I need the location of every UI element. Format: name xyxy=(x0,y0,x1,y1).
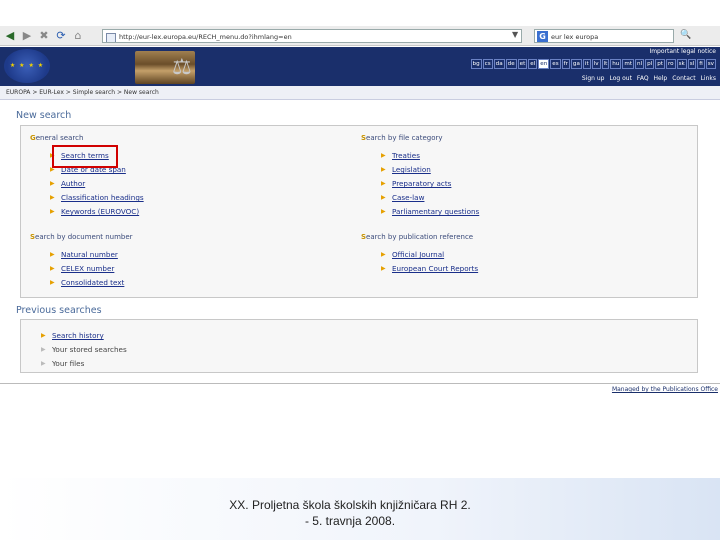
european-court-reports-link[interactable]: European Court Reports xyxy=(392,264,478,273)
language-de[interactable]: de xyxy=(505,59,517,69)
topnav-contact[interactable]: Contact xyxy=(672,75,695,82)
bullet-icon: ▶ xyxy=(50,194,55,201)
slide-footer-text: XX. Proljetna škola školskih knjižničara… xyxy=(195,497,505,529)
language-lt[interactable]: lt xyxy=(601,59,610,69)
language-ro[interactable]: ro xyxy=(666,59,676,69)
language-nl[interactable]: nl xyxy=(635,59,645,69)
language-pl[interactable]: pl xyxy=(645,59,655,69)
language-lv[interactable]: lv xyxy=(591,59,601,69)
author-link[interactable]: Author xyxy=(61,179,85,188)
page-icon xyxy=(106,33,116,42)
previous-searches-panel: ▶ Search history ▶ Your stored searches … xyxy=(20,319,698,373)
address-bar[interactable]: http://eur-lex.europa.eu/RECH_menu.do?ih… xyxy=(102,29,522,43)
eurlex-logo[interactable]: ★ ★ ★ ★ xyxy=(4,49,50,83)
previous-searches-title: Previous searches xyxy=(16,305,102,316)
scales-icon: ⚖ xyxy=(172,55,192,80)
bullet-icon: ▶ xyxy=(50,265,55,272)
language-ga[interactable]: ga xyxy=(570,59,582,69)
search-box-value: eur lex europa xyxy=(551,33,599,41)
bullet-icon: ▶ xyxy=(381,208,386,215)
parliamentary-questions-link[interactable]: Parliamentary questions xyxy=(392,207,479,216)
site-header: ★ ★ ★ ★ ⚖ Important legal notice bg cs da d… xyxy=(0,47,720,86)
legislation-link[interactable]: Legislation xyxy=(392,165,431,174)
home-icon[interactable]: ⌂ xyxy=(71,29,85,43)
go-dropdown-icon[interactable]: ▼ xyxy=(512,30,518,39)
address-url: http://eur-lex.europa.eu/RECH_menu.do?ih… xyxy=(119,33,292,41)
keywords-eurovoc-link[interactable]: Keywords (EUROVOC) xyxy=(61,207,139,216)
language-bg[interactable]: bg xyxy=(470,59,482,69)
footer-line-1: XX. Proljetna škola školskih knjižničara… xyxy=(229,498,471,512)
breadcrumb: EUROPA > EUR-Lex > Simple search > New s… xyxy=(0,86,720,100)
language-cs[interactable]: cs xyxy=(482,59,493,69)
celex-number-link[interactable]: CELEX number xyxy=(61,264,114,273)
document-number-heading: Search by document number xyxy=(30,233,133,241)
bullet-icon: ▶ xyxy=(50,279,55,286)
language-sk[interactable]: sk xyxy=(676,59,687,69)
natural-number-link[interactable]: Natural number xyxy=(61,250,118,259)
bullet-icon: ▶ xyxy=(381,152,386,159)
bullet-icon: ▶ xyxy=(381,251,386,258)
language-bar: bg cs da de et el en es fr ga it lv lt hu mt nl pl pt ro sk… xyxy=(470,59,716,69)
consolidated-text-link[interactable]: Consolidated text xyxy=(61,278,124,287)
bullet-icon: ▶ xyxy=(50,208,55,215)
your-files-item: Your files xyxy=(52,359,85,368)
language-el[interactable]: el xyxy=(528,59,538,69)
language-sv[interactable]: sv xyxy=(705,59,716,69)
browser-search-box[interactable]: G eur lex europa xyxy=(534,29,674,43)
language-mt[interactable]: mt xyxy=(622,59,635,69)
topnav-log-out[interactable]: Log out xyxy=(609,75,631,82)
divider xyxy=(0,383,720,384)
bullet-icon: ▶ xyxy=(50,180,55,187)
case-law-link[interactable]: Case-law xyxy=(392,193,424,202)
language-it[interactable]: it xyxy=(582,59,591,69)
browser-toolbar: ◀ ▶ ✖ ⟳ ⌂ http://eur-lex.europa.eu/RECH_… xyxy=(0,26,720,46)
stop-icon[interactable]: ✖ xyxy=(37,29,51,43)
managed-by-link[interactable]: Managed by the Publications Office xyxy=(612,386,718,393)
language-es[interactable]: es xyxy=(550,59,561,69)
bullet-icon: ▶ xyxy=(50,251,55,258)
bullet-icon: ▶ xyxy=(41,332,46,339)
preparatory-acts-link[interactable]: Preparatory acts xyxy=(392,179,451,188)
language-pt[interactable]: pt xyxy=(655,59,665,69)
treaties-link[interactable]: Treaties xyxy=(392,151,420,160)
footer-line-2: - 5. travnja 2008. xyxy=(304,514,396,528)
new-search-title: New search xyxy=(16,110,72,121)
bullet-icon: ▶ xyxy=(41,346,46,353)
bullet-icon: ▶ xyxy=(381,194,386,201)
language-fi[interactable]: fi xyxy=(697,59,705,69)
language-hu[interactable]: hu xyxy=(610,59,622,69)
highlight-box xyxy=(52,145,118,168)
publication-reference-heading: Search by publication reference xyxy=(361,233,474,241)
language-en[interactable]: en xyxy=(538,59,550,69)
refresh-icon[interactable]: ⟳ xyxy=(54,29,68,43)
important-notice-link[interactable]: Important legal notice xyxy=(649,48,716,55)
search-history-link[interactable]: Search history xyxy=(52,331,104,340)
language-et[interactable]: et xyxy=(517,59,528,69)
topnav-links[interactable]: Links xyxy=(701,75,716,82)
language-sl[interactable]: sl xyxy=(687,59,697,69)
language-fr[interactable]: fr xyxy=(561,59,570,69)
bullet-icon: ▶ xyxy=(41,360,46,367)
classification-headings-link[interactable]: Classification headings xyxy=(61,193,144,202)
bullet-icon: ▶ xyxy=(381,180,386,187)
topnav-faq[interactable]: FAQ xyxy=(637,75,649,82)
bullet-icon: ▶ xyxy=(381,166,386,173)
search-go-icon[interactable]: 🔍 xyxy=(680,30,691,40)
stored-searches-item: Your stored searches xyxy=(52,345,127,354)
forward-icon[interactable]: ▶ xyxy=(20,29,34,43)
bullet-icon: ▶ xyxy=(381,265,386,272)
general-search-heading: General search xyxy=(30,134,84,142)
file-category-heading: Search by file category xyxy=(361,134,443,142)
topnav-sign-up[interactable]: Sign up xyxy=(582,75,605,82)
topnav-help[interactable]: Help xyxy=(654,75,668,82)
official-journal-link[interactable]: Official Journal xyxy=(392,250,444,259)
top-navigation: Sign up Log out FAQ Help Contact Links xyxy=(582,75,716,82)
eu-stars-icon: ★ ★ ★ ★ xyxy=(9,62,45,69)
back-icon[interactable]: ◀ xyxy=(3,29,17,43)
language-da[interactable]: da xyxy=(493,59,505,69)
google-icon: G xyxy=(537,31,548,42)
new-search-panel: General search ▶ Search terms ▶ Date or … xyxy=(20,125,698,298)
